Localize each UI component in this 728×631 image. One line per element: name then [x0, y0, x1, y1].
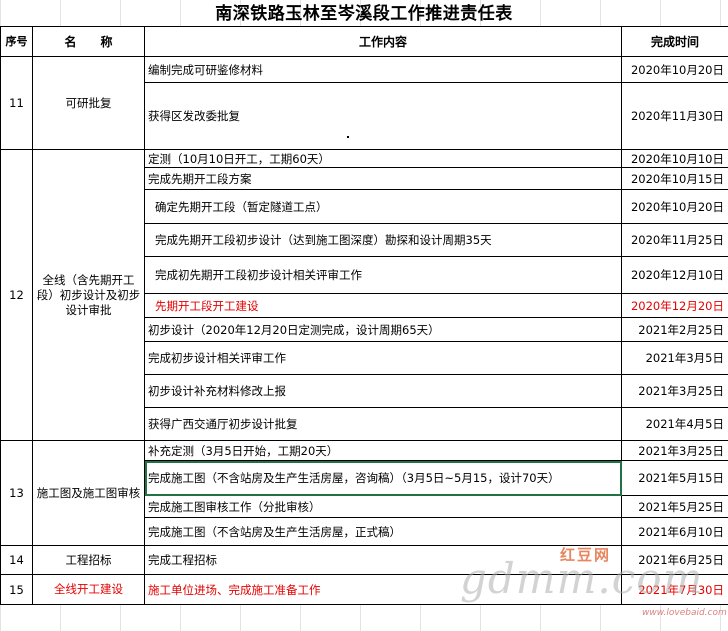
date-cell[interactable]: 2021年5月15日 — [621, 460, 728, 496]
row-name[interactable]: 工程招标 — [32, 545, 145, 575]
task-cell[interactable]: 获得区发改委批复 — [144, 82, 622, 150]
date-cell[interactable]: 2020年10月20日 — [621, 189, 728, 224]
date-cell[interactable]: 2021年3月25日 — [621, 440, 728, 461]
date-cell[interactable]: 2020年12月20日 — [621, 293, 728, 318]
date-cell[interactable]: 2021年6月10日 — [621, 517, 728, 546]
task-cell[interactable]: 初步设计补充材料修改上报 — [144, 374, 622, 408]
task-cell[interactable]: 编制完成可研鉴修材料 — [144, 56, 622, 83]
page-title: 南深铁路玉林至岑溪段工作推进责任表 — [215, 4, 513, 24]
row-number[interactable]: 12 — [0, 149, 33, 441]
row-name[interactable]: 全线开工建设 — [32, 574, 145, 605]
stray-dot — [347, 136, 349, 138]
task-cell[interactable]: 完成工程招标 — [144, 545, 622, 575]
task-cell[interactable]: 完成初步设计相关评审工作 — [144, 341, 622, 375]
row-number[interactable]: 14 — [0, 545, 33, 575]
task-cell[interactable]: 确定先期开工段（暂定隧道工点） — [144, 189, 622, 224]
date-cell[interactable]: 2021年4月5日 — [621, 407, 728, 441]
date-cell[interactable]: 2020年12月10日 — [621, 256, 728, 294]
task-cell[interactable]: 完成施工图审核工作（分批审核） — [144, 495, 622, 518]
task-cell[interactable]: 初步设计（2020年12月20日定测完成，设计周期65天） — [144, 317, 622, 342]
row-number[interactable]: 11 — [0, 56, 33, 150]
task-cell[interactable]: 定测（10月10日开工，工期60天） — [144, 149, 622, 168]
table-row: 15 全线开工建设 施工单位进场、完成施工准备工作 2021年7月30日 — [0, 574, 728, 605]
responsibility-table: 序号 名 称 工作内容 完成时间 11 可研批复 编制完成可研鉴修材料 2020… — [0, 26, 728, 605]
task-cell[interactable]: 完成先期开工段方案 — [144, 167, 622, 190]
selected-task-cell[interactable]: 完成施工图（不含站房及生产生活房屋，咨询稿）（3月5日~5月15，设计70天） — [144, 460, 622, 496]
date-cell[interactable]: 2021年2月25日 — [621, 317, 728, 342]
header-row: 序号 名 称 工作内容 完成时间 — [0, 26, 728, 57]
date-cell[interactable]: 2021年3月5日 — [621, 341, 728, 375]
date-cell[interactable]: 2021年5月25日 — [621, 495, 728, 518]
row-name[interactable]: 全线（含先期开工段）初步设计及初步设计审批 — [32, 149, 145, 441]
header-no[interactable]: 序号 — [0, 26, 33, 57]
row-number[interactable]: 13 — [0, 440, 33, 546]
row-number[interactable]: 15 — [0, 574, 33, 605]
task-cell[interactable]: 获得广西交通厅初步设计批复 — [144, 407, 622, 441]
task-cell[interactable]: 先期开工段开工建设 — [144, 293, 622, 318]
date-cell[interactable]: 2021年3月25日 — [621, 374, 728, 408]
date-cell[interactable]: 2020年10月10日 — [621, 149, 728, 168]
date-cell[interactable]: 2021年7月30日 — [621, 574, 728, 605]
task-cell[interactable]: 补充定测（3月5日开始，工期20天） — [144, 440, 622, 461]
date-cell[interactable]: 2020年10月15日 — [621, 167, 728, 190]
row-name[interactable]: 可研批复 — [32, 56, 145, 150]
date-cell[interactable]: 2021年6月25日 — [621, 545, 728, 575]
task-cell[interactable]: 完成施工图（不含站房及生产生活房屋，正式稿） — [144, 517, 622, 546]
watermark-url: www.lovebaid.com — [642, 608, 727, 618]
date-cell[interactable]: 2020年11月25日 — [621, 223, 728, 257]
table-row: 13 施工图及施工图审核 补充定测（3月5日开始，工期20天） 2021年3月2… — [0, 440, 728, 546]
header-date[interactable]: 完成时间 — [621, 26, 728, 57]
row-name[interactable]: 施工图及施工图审核 — [32, 440, 145, 546]
table-row: 14 工程招标 完成工程招标 2021年6月25日 — [0, 545, 728, 575]
header-name[interactable]: 名 称 — [32, 26, 145, 57]
date-cell[interactable]: 2020年10月20日 — [621, 56, 728, 83]
date-cell[interactable]: 2020年11月30日 — [621, 82, 728, 150]
table-row: 12 全线（含先期开工段）初步设计及初步设计审批 定测（10月10日开工，工期6… — [0, 149, 728, 441]
task-cell[interactable]: 施工单位进场、完成施工准备工作 — [144, 574, 622, 605]
header-task[interactable]: 工作内容 — [144, 26, 622, 57]
task-cell[interactable]: 完成先期开工段初步设计（达到施工图深度）勘探和设计周期35天 — [144, 223, 622, 257]
table-row: 11 可研批复 编制完成可研鉴修材料 2020年10月20日 — [0, 56, 728, 150]
task-cell[interactable]: 完成初先期开工段初步设计相关评审工作 — [144, 256, 622, 294]
